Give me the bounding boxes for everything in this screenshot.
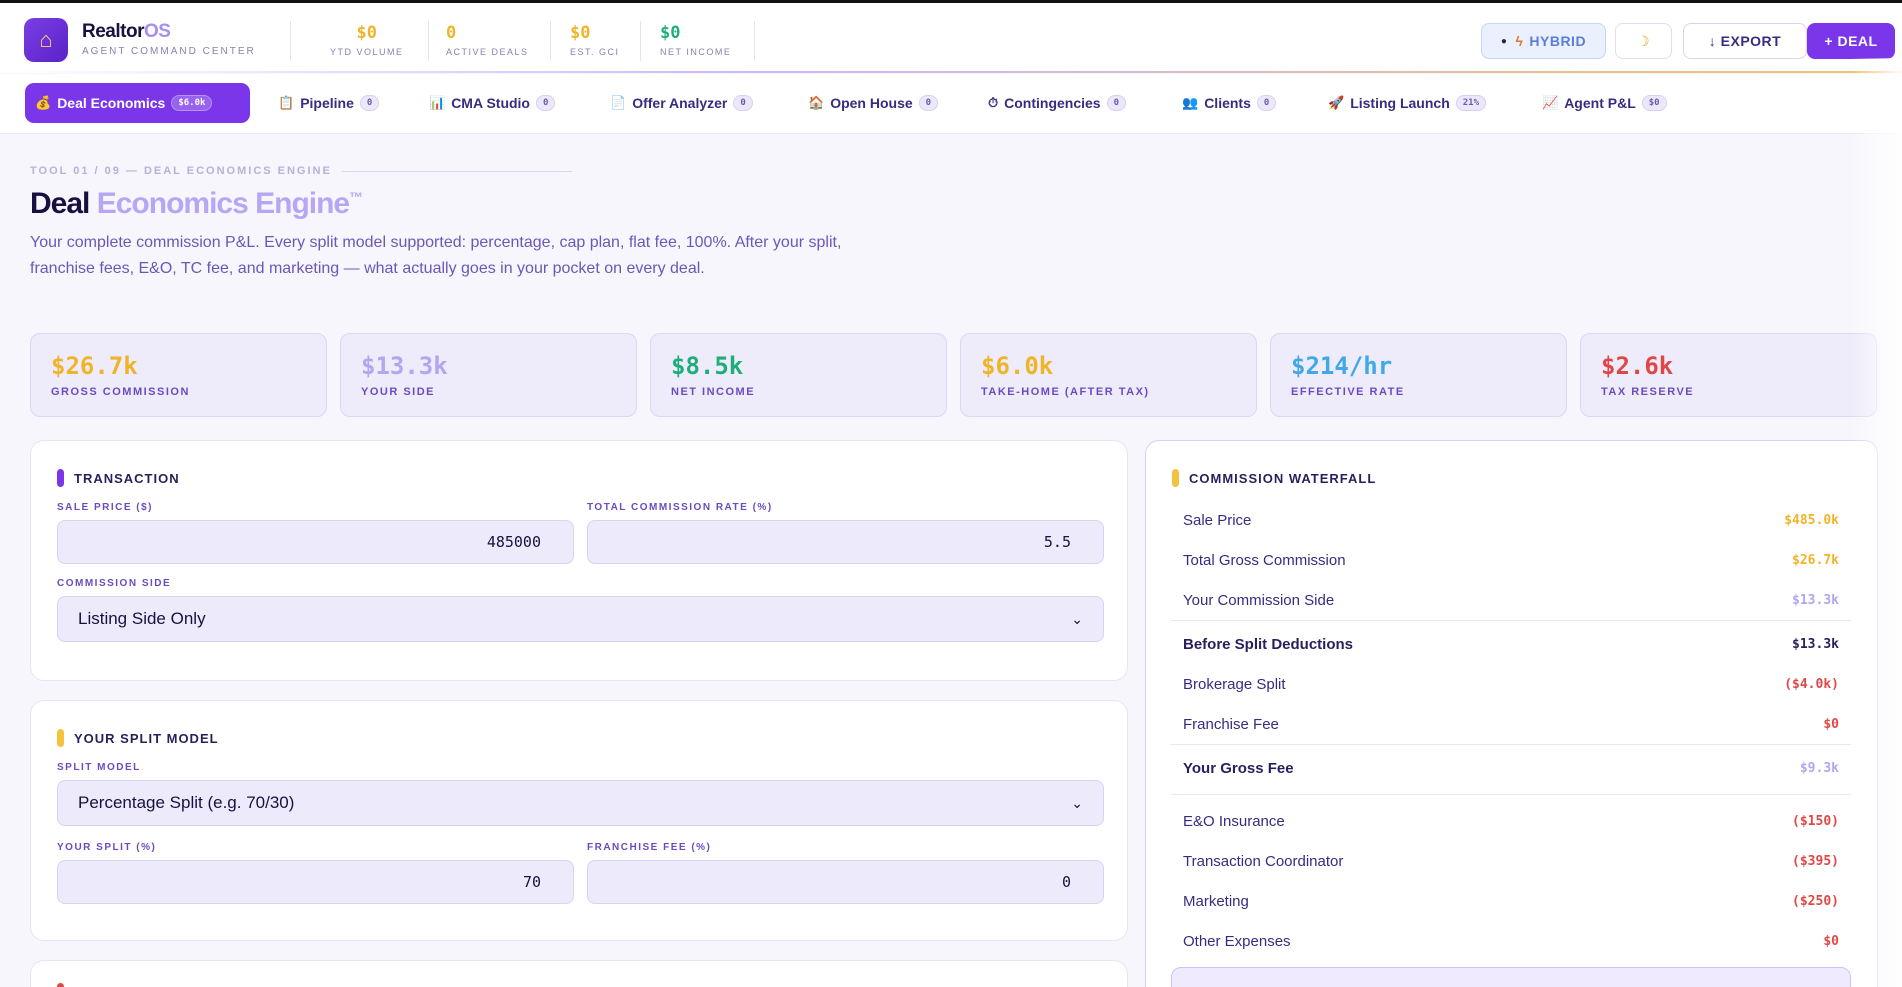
field-label: YOUR SPLIT (%) <box>57 842 157 853</box>
chevron-down-icon: ⌄ <box>1071 610 1083 627</box>
tab-badge: 0 <box>1106 95 1127 111</box>
field-label: SALE PRICE ($) <box>57 502 154 513</box>
stat-net-income: $0 NET INCOME <box>660 23 732 57</box>
tab-deal-economics[interactable]: 💰 Deal Economics $6.0k <box>25 83 250 123</box>
waterfall-row-gross-fee: Your Gross Fee $9.3k <box>1183 759 1839 777</box>
chevron-down-icon: ⌄ <box>1071 794 1083 811</box>
section-heading: COMMISSION WATERFALL <box>1172 469 1376 487</box>
waterfall-row-gross-commission: Total Gross Commission $26.7k <box>1183 551 1839 569</box>
page-title: Deal Economics Engine™ <box>30 187 363 220</box>
divider <box>341 170 572 172</box>
divider <box>550 21 551 61</box>
tab-badge: $0 <box>1641 95 1667 111</box>
commission-waterfall-card: COMMISSION WATERFALL Sale Price $485.0k T… <box>1145 440 1878 987</box>
kpi-net-income: $8.5k NET INCOME <box>650 333 947 417</box>
kpi-tax-reserve: $2.6k TAX RESERVE <box>1580 333 1877 417</box>
house-icon: 🏠 <box>808 95 825 110</box>
divider <box>428 21 429 61</box>
tab-listing-launch[interactable]: 🚀 Listing Launch 21% <box>1318 83 1496 123</box>
bolt-icon: ϟ <box>1515 33 1524 49</box>
divider <box>1171 744 1851 745</box>
add-deal-button[interactable]: + DEAL <box>1807 23 1895 59</box>
accent-bar <box>57 983 64 987</box>
waterfall-row-commission-side: Your Commission Side $13.3k <box>1183 591 1839 609</box>
commission-side-select[interactable]: Listing Side Only ⌄ <box>57 596 1104 642</box>
your-split-input[interactable]: 70 <box>57 860 574 904</box>
stat-est-gci: $0 EST. GCI <box>570 23 620 57</box>
brand-subtitle: AGENT COMMAND CENTER <box>82 46 256 57</box>
section-heading: TRANSACTION <box>57 469 180 487</box>
field-label: TOTAL COMMISSION RATE (%) <box>587 502 773 513</box>
tab-pipeline[interactable]: 📋 Pipeline 0 <box>268 83 389 123</box>
hybrid-mode-button[interactable]: ● ϟ HYBRID <box>1481 23 1606 59</box>
brand-name: RealtorOS <box>82 21 171 42</box>
money-bag-icon: 💰 <box>35 95 52 110</box>
next-section-card <box>30 960 1128 987</box>
commission-rate-input[interactable]: 5.5 <box>587 520 1104 564</box>
kpi-gross-commission: $26.7k GROSS COMMISSION <box>30 333 327 417</box>
waterfall-row-brokerage-split: Brokerage Split ($4.0k) <box>1183 675 1839 693</box>
moon-icon: ☽ <box>1636 32 1651 49</box>
split-model-select[interactable]: Percentage Split (e.g. 70/30) ⌄ <box>57 780 1104 826</box>
rocket-icon: 🚀 <box>1328 95 1345 110</box>
tab-open-house[interactable]: 🏠 Open House 0 <box>798 83 948 123</box>
split-model-card: YOUR SPLIT MODEL SPLIT MODEL Percentage … <box>30 700 1128 941</box>
stat-ytd-volume: $0 YTD VOLUME <box>330 23 404 57</box>
stat-active-deals: 0 ACTIVE DEALS <box>446 23 529 57</box>
chart-up-icon: 📈 <box>1542 95 1559 110</box>
divider <box>290 21 291 61</box>
accent-bar <box>57 469 64 487</box>
franchise-fee-input[interactable]: 0 <box>587 860 1104 904</box>
document-icon: 📄 <box>610 95 627 110</box>
divider <box>1171 620 1851 621</box>
tab-contingencies[interactable]: ⏱ Contingencies 0 <box>978 83 1136 123</box>
section-heading: YOUR SPLIT MODEL <box>57 729 219 747</box>
tab-agent-pl[interactable]: 📈 Agent P&L $0 <box>1532 83 1677 123</box>
tab-offer-analyzer[interactable]: 📄 Offer Analyzer 0 <box>600 83 763 123</box>
tab-badge: 0 <box>1256 95 1277 111</box>
bar-chart-icon: 📊 <box>429 95 446 110</box>
tab-cma-studio[interactable]: 📊 CMA Studio 0 <box>419 83 565 123</box>
people-icon: 👥 <box>1182 95 1199 110</box>
house-icon[interactable]: ⌂ <box>24 18 68 62</box>
divider <box>754 21 755 61</box>
waterfall-row-franchise-fee: Franchise Fee $0 <box>1183 715 1839 733</box>
tab-badge: 0 <box>536 95 556 111</box>
waterfall-row-other-expenses: Other Expenses $0 <box>1183 932 1839 950</box>
field-label: SPLIT MODEL <box>57 762 141 773</box>
net-income-total-row <box>1171 967 1851 987</box>
waterfall-row-sale-price: Sale Price $485.0k <box>1183 511 1839 529</box>
tab-bar: 💰 Deal Economics $6.0k 📋 Pipeline 0 📊 CM… <box>0 74 1902 134</box>
top-bar: ⌂ RealtorOS AGENT COMMAND CENTER $0 YTD … <box>0 0 1902 73</box>
page-description: Your complete commission P&L. Every spli… <box>30 234 842 277</box>
kpi-take-home: $6.0k TAKE-HOME (AFTER TAX) <box>960 333 1257 417</box>
status-dot-icon: ● <box>1500 35 1508 47</box>
waterfall-row-before-split: Before Split Deductions $13.3k <box>1183 635 1839 653</box>
divider <box>1171 794 1851 795</box>
tab-badge: 0 <box>359 95 380 111</box>
accent-bar <box>57 729 64 747</box>
divider <box>640 21 641 61</box>
clipboard-icon: 📋 <box>278 95 295 110</box>
field-label: FRANCHISE FEE (%) <box>587 842 712 853</box>
timer-icon: ⏱ <box>988 95 999 110</box>
tab-badge: $6.0k <box>171 95 213 111</box>
waterfall-row-transaction-coordinator: Transaction Coordinator ($395) <box>1183 852 1839 870</box>
kpi-effective-rate: $214/hr EFFECTIVE RATE <box>1270 333 1567 417</box>
tab-badge: 0 <box>733 95 753 111</box>
waterfall-row-eo-insurance: E&O Insurance ($150) <box>1183 812 1839 830</box>
tab-clients[interactable]: 👥 Clients 0 <box>1172 83 1286 123</box>
kpi-your-side: $13.3k YOUR SIDE <box>340 333 637 417</box>
theme-toggle-button[interactable]: ☽ <box>1615 23 1672 59</box>
export-button[interactable]: ↓ EXPORT <box>1683 23 1807 59</box>
tab-badge: 0 <box>918 95 939 111</box>
waterfall-row-marketing: Marketing ($250) <box>1183 892 1839 910</box>
sale-price-input[interactable]: 485000 <box>57 520 574 564</box>
accent-bar <box>1172 469 1179 487</box>
page-eyebrow: TOOL 01 / 09 — DEAL ECONOMICS ENGINE <box>30 165 572 177</box>
transaction-card: TRANSACTION SALE PRICE ($) 485000 TOTAL … <box>30 440 1128 681</box>
tab-badge: 21% <box>1455 95 1487 111</box>
field-label: COMMISSION SIDE <box>57 578 172 589</box>
brand: RealtorOS AGENT COMMAND CENTER <box>82 21 256 57</box>
